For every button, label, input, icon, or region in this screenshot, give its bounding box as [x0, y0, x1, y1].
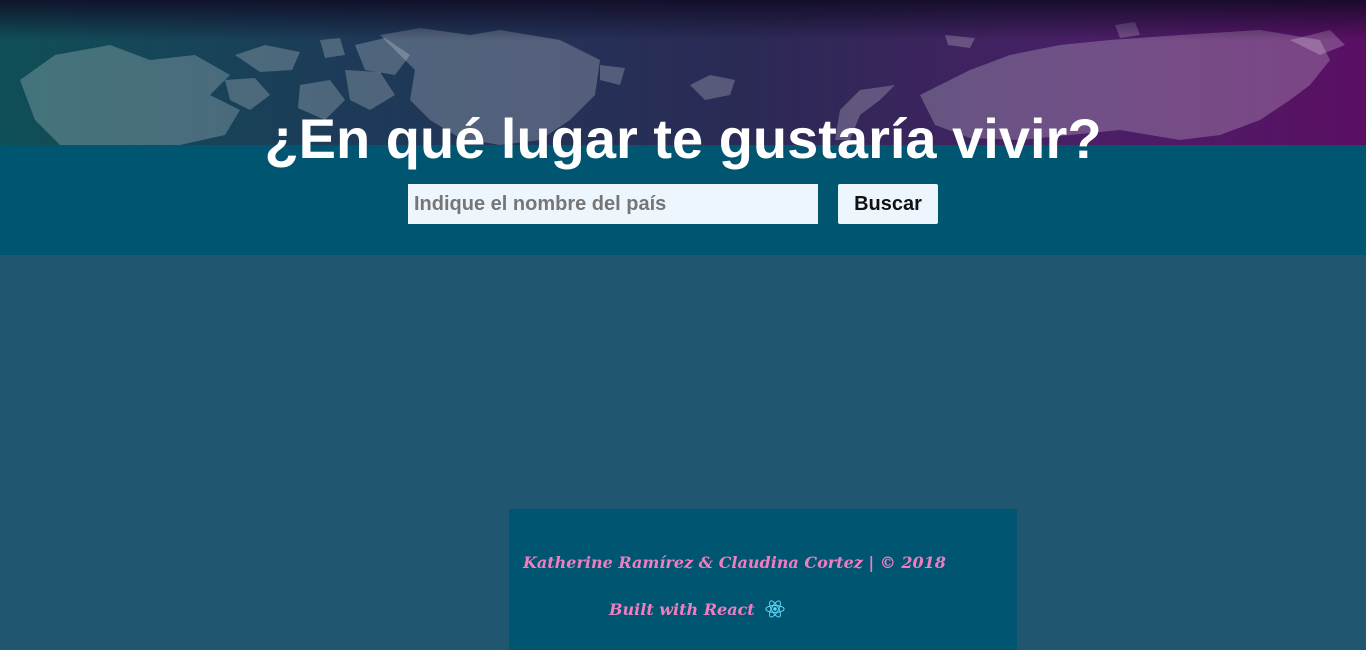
- footer: Katherine Ramírez & Claudina Cortez | © …: [509, 509, 1017, 650]
- search-form: Buscar: [408, 184, 938, 224]
- react-logo-icon: [765, 599, 785, 619]
- page-title: ¿En qué lugar te gustaría vivir?: [264, 107, 1102, 170]
- footer-credits: Katherine Ramírez & Claudina Cortez | © …: [523, 553, 946, 572]
- search-button[interactable]: Buscar: [838, 184, 938, 224]
- footer-built-with: Built with React: [609, 599, 785, 619]
- built-with-label: Built with React: [609, 599, 755, 619]
- page: ¿En qué lugar te gustaría vivir? Buscar …: [0, 0, 1366, 650]
- country-search-input[interactable]: [408, 184, 818, 224]
